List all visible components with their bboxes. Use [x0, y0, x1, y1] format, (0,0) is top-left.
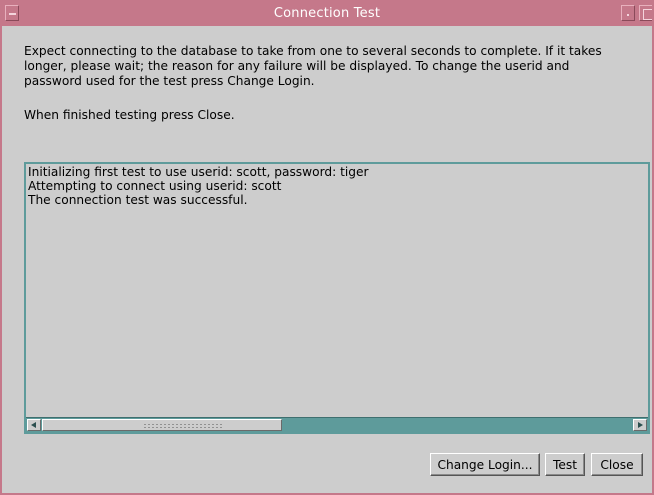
test-button[interactable]: Test [545, 453, 585, 476]
finished-note: When finished testing press Close. [24, 108, 235, 122]
grip-icon [143, 423, 223, 428]
output-log[interactable]: Initializing first test to use userid: s… [24, 162, 650, 434]
close-button[interactable]: Close [591, 453, 643, 476]
scroll-left-arrow-icon[interactable] [27, 419, 41, 431]
horizontal-scrollbar[interactable] [26, 417, 648, 432]
scroll-right-arrow-icon[interactable] [633, 419, 647, 431]
instructions-text: Expect connecting to the database to tak… [24, 44, 602, 88]
connection-test-window: Connection Test Expect connecting to the… [0, 0, 654, 495]
title-bar[interactable]: Connection Test [2, 2, 652, 26]
maximize-icon[interactable] [639, 5, 652, 21]
change-login-button[interactable]: Change Login... [430, 453, 540, 476]
output-line: Attempting to connect using userid: scot… [28, 179, 282, 193]
scrollbar-thumb[interactable] [42, 419, 282, 431]
output-line: The connection test was successful. [28, 193, 248, 207]
output-line: Initializing first test to use userid: s… [28, 165, 369, 179]
minimize-icon[interactable] [621, 5, 635, 21]
window-title: Connection Test [273, 6, 381, 21]
output-lines: Initializing first test to use userid: s… [28, 165, 648, 207]
